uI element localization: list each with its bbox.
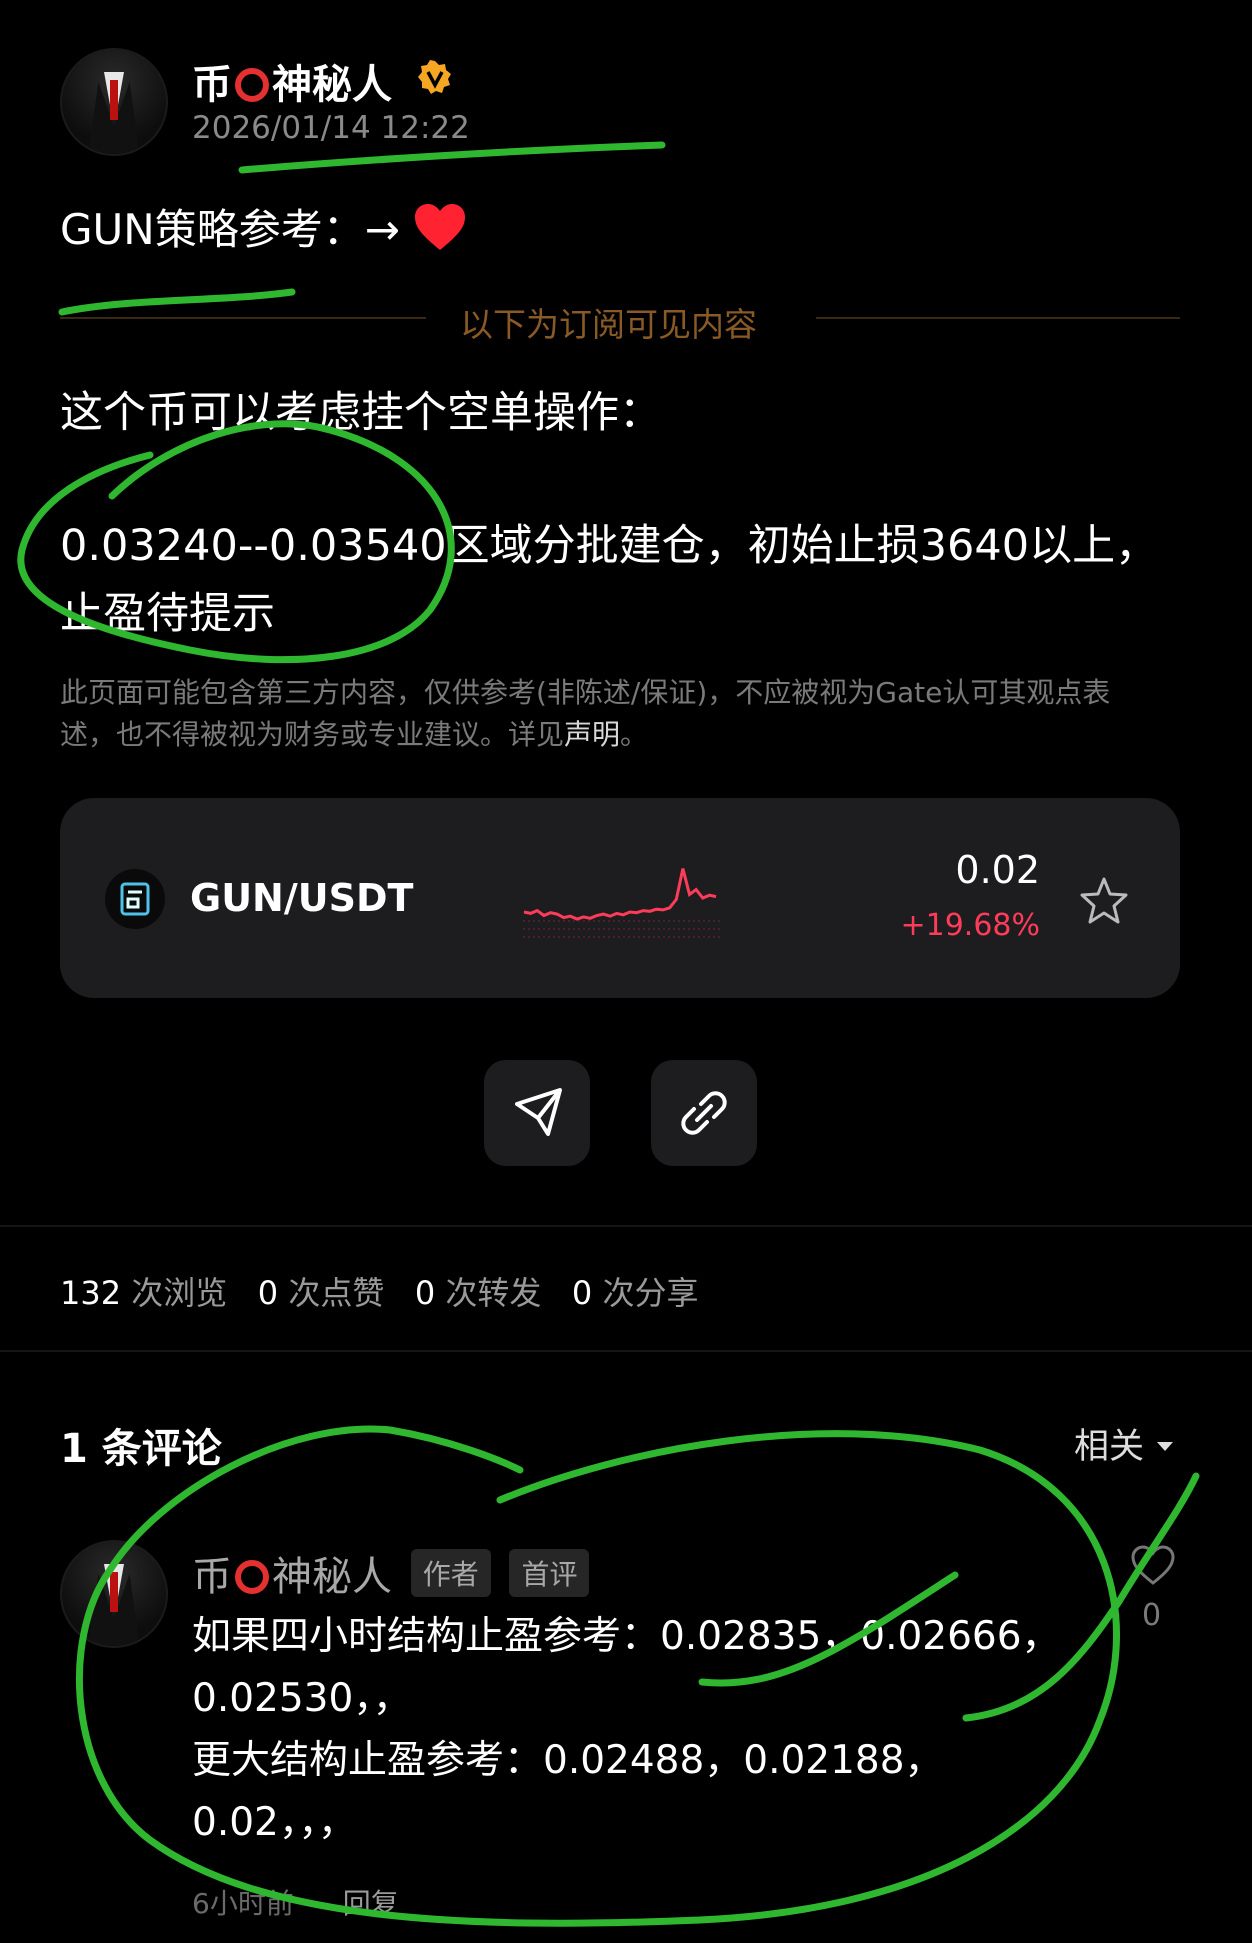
pair-name: GUN/USDT xyxy=(190,876,414,920)
first-comment-badge: 首评 xyxy=(509,1549,590,1597)
reposts-count: 0 xyxy=(414,1274,436,1312)
price-value: 0.02 xyxy=(955,848,1040,892)
shares-label: 次分享 xyxy=(602,1274,699,1312)
likes-label: 次点赞 xyxy=(288,1274,385,1312)
commenter-name[interactable]: 币神秘人 作者 首评 xyxy=(192,1544,590,1602)
reposts-label: 次转发 xyxy=(445,1274,542,1312)
likes-count: 0 xyxy=(257,1274,279,1312)
author-avatar[interactable] xyxy=(60,48,168,156)
gun-coin-icon xyxy=(105,869,165,929)
disclaimer-line1: 此页面可能包含第三方内容，仅供参考(非陈述/保证)，不应被视为Gate认可其观点… xyxy=(60,676,1111,709)
comment-meta: 6小时前 回复 xyxy=(192,1882,399,1922)
comment-line2: 0.02530，， xyxy=(192,1676,412,1721)
commenter-name-part1: 币 xyxy=(192,1554,232,1600)
views-count: 132 xyxy=(60,1274,122,1312)
post-body-line1: 这个币可以考虑挂个空单操作： xyxy=(60,388,662,438)
link-icon xyxy=(681,1091,727,1135)
divider-right xyxy=(816,317,1180,319)
author-name-part1: 币 xyxy=(192,62,232,108)
author-badge: 作者 xyxy=(410,1549,491,1597)
commenter-avatar[interactable] xyxy=(60,1540,168,1648)
share-button[interactable] xyxy=(484,1060,590,1166)
comment-line4: 0.02，，， xyxy=(192,1800,357,1845)
section-separator xyxy=(0,1225,1252,1227)
author-name-part2: 神秘人 xyxy=(272,62,392,108)
shares-count: 0 xyxy=(571,1274,593,1312)
price-change: +19.68% xyxy=(900,908,1040,943)
sort-dropdown[interactable]: 相关 xyxy=(1074,1418,1175,1469)
post-body-line2: 0.03240--0.03540区域分批建仓，初始止损3640以上， xyxy=(60,521,1159,571)
verified-badge-icon xyxy=(417,60,451,94)
red-circle-icon xyxy=(235,68,269,102)
sparkline-path xyxy=(523,868,717,921)
reply-button[interactable]: 回复 xyxy=(343,1887,399,1920)
post-stats: 132 次浏览 0 次点赞 0 次转发 0 次分享 xyxy=(60,1268,698,1314)
section-separator xyxy=(0,1350,1252,1352)
heart-emoji-icon xyxy=(415,204,466,250)
disclaimer-line2: 述，也不得被视为财务或专业建议。详见 xyxy=(60,718,565,751)
commenter-name-part2: 神秘人 xyxy=(272,1554,392,1600)
disclaimer-link[interactable]: 声明 xyxy=(564,718,620,751)
post-title-text: GUN策略参考：→ xyxy=(60,205,400,254)
heart-outline-icon[interactable] xyxy=(1130,1544,1176,1586)
comment-time: 6小时前 xyxy=(192,1887,294,1920)
comments-title: 1 条评论 xyxy=(60,1426,222,1472)
comment-like-count: 0 xyxy=(1142,1598,1162,1633)
price-sparkline xyxy=(523,868,720,938)
caret-down-icon xyxy=(1157,1442,1174,1451)
post-timestamp: 2026/01/14 12:22 xyxy=(192,110,470,146)
red-circle-icon xyxy=(235,1560,269,1594)
divider-left xyxy=(60,317,426,319)
market-card[interactable]: GUN/USDT 0.02 +19.68% xyxy=(60,798,1180,998)
underline-timestamp xyxy=(238,141,666,174)
copy-link-button[interactable] xyxy=(651,1060,757,1166)
author-name[interactable]: 币神秘人 xyxy=(192,52,452,110)
subscriber-divider-text: 以下为订阅可见内容 xyxy=(460,305,757,344)
post-title: GUN策略参考：→ xyxy=(60,196,467,257)
views-label: 次浏览 xyxy=(131,1274,228,1312)
post-body-line3: 止盈待提示 xyxy=(60,589,275,639)
disclaimer: 此页面可能包含第三方内容，仅供参考(非陈述/保证)，不应被视为Gate认可其观点… xyxy=(60,672,1190,756)
disclaimer-end: 。 xyxy=(620,718,649,751)
comment-line1: 如果四小时结构止盈参考：0.02835，0.02666， xyxy=(192,1614,1061,1659)
underline-title xyxy=(58,288,296,316)
check-mark-stroke2 xyxy=(962,1472,1200,1722)
sort-label: 相关 xyxy=(1074,1427,1145,1467)
star-icon[interactable] xyxy=(1078,876,1130,926)
comment-line3: 更大结构止盈参考：0.02488，0.02188， xyxy=(192,1738,944,1783)
send-icon xyxy=(515,1088,562,1136)
